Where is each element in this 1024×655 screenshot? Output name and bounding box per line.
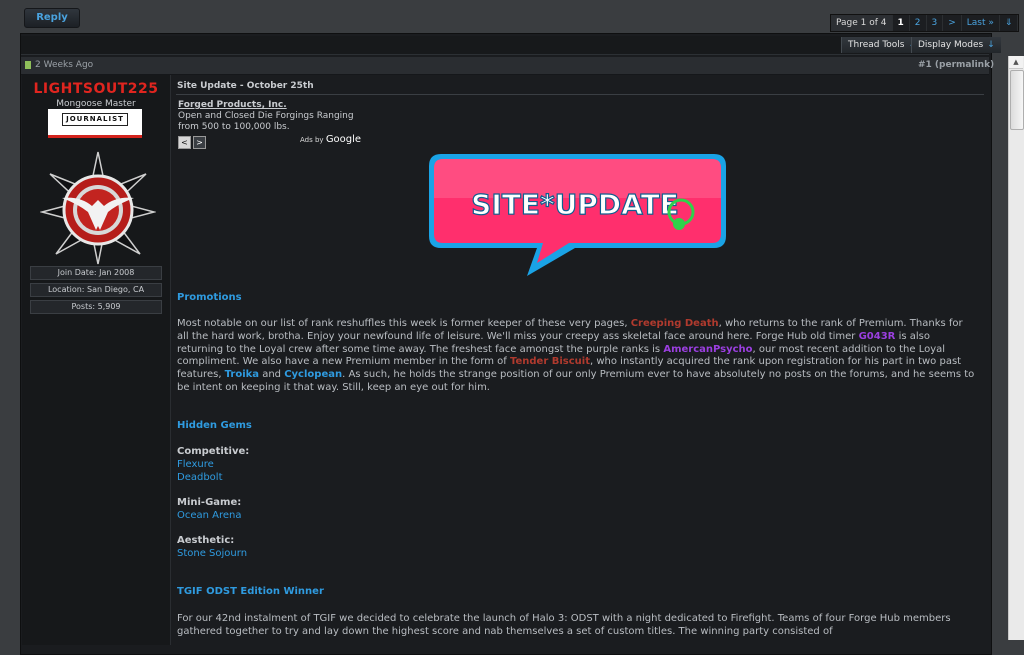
scrollbar-thumb[interactable]: [1010, 70, 1024, 130]
tgif-paragraph: For our 42nd instalment of TGIF we decid…: [177, 613, 951, 637]
post-date-text: 2 Weeks Ago: [35, 60, 94, 70]
post-icon: [25, 60, 31, 69]
page-current: 1: [893, 15, 910, 31]
ad-text-line: Open and Closed Die Forgings Ranging: [178, 111, 354, 121]
display-modes-label: Display Modes: [918, 40, 984, 50]
badge-label: JOURNALIST: [62, 113, 128, 126]
map-link[interactable]: Ocean Arena: [177, 510, 242, 521]
ad-text-line: from 500 to 100,000 lbs.: [178, 122, 290, 132]
avatar[interactable]: [40, 150, 156, 266]
user-link[interactable]: AmercanPsycho: [663, 344, 752, 355]
user-link[interactable]: G043R: [859, 331, 896, 342]
page-link-3[interactable]: 3: [927, 15, 944, 31]
ad-next-button[interactable]: >: [193, 136, 206, 149]
username-link[interactable]: LIGHTSOUT225: [22, 81, 170, 97]
map-link[interactable]: Stone Sojourn: [177, 548, 247, 559]
map-link[interactable]: Flexure: [177, 459, 214, 470]
hidden-gems-heading: Hidden Gems: [177, 420, 252, 431]
aesthetic-label: Aesthetic:: [177, 535, 235, 546]
map-link[interactable]: Deadbolt: [177, 472, 223, 483]
promotions-heading: Promotions: [177, 292, 242, 303]
ad-prev-button[interactable]: <: [178, 136, 191, 149]
user-location: Location: San Diego, CA: [30, 283, 162, 297]
ads-by-google[interactable]: Ads by Google: [300, 134, 361, 145]
tgif-heading: TGIF ODST Edition Winner: [177, 586, 324, 597]
user-title: Mongoose Master: [56, 99, 136, 109]
user-link[interactable]: Tender Biscuit: [510, 356, 590, 367]
title-divider: [176, 94, 984, 95]
promotions-paragraph: Most notable on our list of rank reshuff…: [177, 318, 975, 393]
vertical-scrollbar[interactable]: [1008, 56, 1024, 640]
banner-text: SITE*UPDATE: [471, 188, 679, 221]
post-header: [21, 57, 989, 75]
google-logo: Google: [325, 134, 362, 145]
page-jump-menu-icon[interactable]: ⇓: [1000, 15, 1019, 31]
ads-by-label: Ads by: [300, 136, 324, 144]
display-modes-menu[interactable]: Display Modes ↓: [911, 37, 1001, 53]
post-count: Posts: 5,909: [30, 300, 162, 314]
user-link[interactable]: Creeping Death: [631, 318, 719, 329]
competitive-label: Competitive:: [177, 446, 250, 457]
ad-title-link[interactable]: Forged Products, Inc.: [178, 100, 287, 110]
join-date: Join Date: Jan 2008: [30, 266, 162, 280]
dropdown-arrow-icon: ↓: [987, 40, 995, 50]
page-count-label: Page 1 of 4: [831, 15, 893, 31]
scroll-up-arrow-icon[interactable]: ▲: [1009, 56, 1023, 69]
site-update-banner: SITE*UPDATE: [429, 154, 726, 276]
thread-tools-label: Thread Tools: [848, 40, 905, 50]
minigame-label: Mini-Game:: [177, 497, 242, 508]
feature-link[interactable]: Cyclopean: [284, 369, 342, 380]
journalist-badge: JOURNALIST: [48, 109, 142, 138]
thread-tools-menu[interactable]: Thread Tools↓: [841, 37, 923, 53]
pagination: Page 1 of 4 1 2 3 > Last » ⇓: [830, 14, 1020, 32]
reply-button[interactable]: Reply: [24, 8, 80, 28]
next-page-link[interactable]: >: [943, 15, 962, 31]
feature-link[interactable]: Troika: [225, 369, 259, 380]
last-page-link[interactable]: Last »: [962, 15, 1000, 31]
permalink[interactable]: #1 (permalink): [918, 60, 994, 70]
post-date: 2 Weeks Ago: [25, 60, 93, 70]
post-title: Site Update - October 25th: [177, 81, 314, 91]
page-link-2[interactable]: 2: [910, 15, 927, 31]
